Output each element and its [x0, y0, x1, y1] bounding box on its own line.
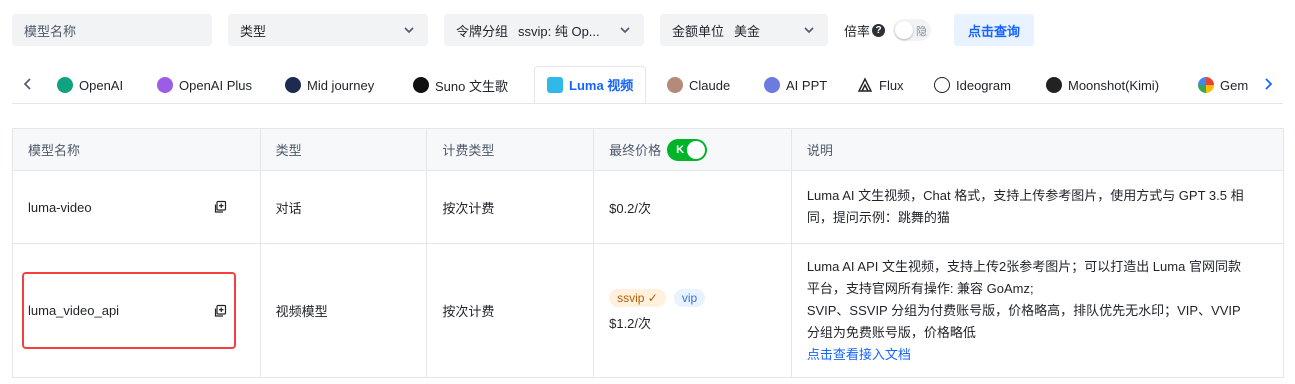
tab-ai-ppt[interactable]: AI PPT	[764, 66, 827, 104]
chevron-down-icon	[620, 27, 630, 34]
description-cell: Luma AI API 文生视频，支持上传2张参考图片；可以打造出 Luma 官…	[792, 244, 1283, 377]
currency-label: 金额单位	[672, 23, 725, 39]
tab-label: Claude	[689, 77, 731, 93]
model-name: luma-video	[28, 199, 92, 215]
header-description: 说明	[806, 143, 833, 158]
tab-label: Mid journey	[307, 77, 375, 93]
tabs-divider	[12, 103, 1283, 104]
header-price: 最终价格 K	[594, 129, 792, 170]
token-group-label: 令牌分组	[456, 23, 509, 39]
currency-select[interactable]: 金额单位 美金	[660, 14, 828, 46]
header-price-label: 最终价格	[609, 143, 662, 158]
header-model[interactable]: 模型名称	[13, 129, 261, 170]
model-cell: luma-video	[13, 171, 261, 243]
chevron-right-icon[interactable]	[1260, 76, 1276, 92]
tab-label: AI PPT	[786, 77, 828, 93]
claude-icon	[667, 77, 683, 93]
tab-openai-plus[interactable]: OpenAI Plus	[157, 66, 252, 104]
rate-control: 倍率 ? 隐	[844, 14, 932, 46]
token-group-value: ssvip: 纯 Op...	[518, 23, 600, 39]
table-header: 模型名称 类型 计费类型 最终价格 K 说明	[13, 129, 1283, 171]
billing-cell: 按次计费	[427, 171, 595, 243]
chevron-left-icon[interactable]	[20, 76, 36, 92]
hide-rate-toggle[interactable]: 隐	[893, 19, 932, 41]
ai-ppt-icon	[764, 77, 780, 93]
tab-gemini[interactable]: Gem	[1198, 66, 1250, 104]
rate-label: 倍率	[844, 23, 871, 39]
chevron-down-icon	[404, 27, 414, 34]
model-name-placeholder: 模型名称	[24, 23, 77, 39]
luma-icon	[547, 76, 563, 93]
header-billing[interactable]: 计费类型	[427, 129, 595, 170]
question-icon[interactable]: ?	[872, 23, 886, 37]
tab-ideogram[interactable]: Ideogram	[934, 66, 1011, 104]
type-select[interactable]: 类型	[228, 14, 428, 46]
token-group-select[interactable]: 令牌分组 ssvip: 纯 Op...	[444, 14, 644, 46]
vip-badge: vip	[673, 289, 706, 307]
tab-midjourney[interactable]: Mid journey	[285, 66, 374, 104]
openai-plus-icon	[157, 77, 173, 93]
header-type[interactable]: 类型	[261, 129, 428, 170]
price-cell: ssvip ✓ vip $1.2/次	[594, 244, 792, 377]
vendor-tabs: OpenAI OpenAI Plus Mid journey Suno 文生歌 …	[12, 66, 1283, 104]
tab-label: Flux	[879, 77, 904, 93]
copy-icon[interactable]	[213, 200, 227, 214]
billing-cell: 按次计费	[427, 244, 595, 377]
model-name-input[interactable]: 模型名称	[12, 14, 212, 46]
moonshot-icon	[1046, 77, 1062, 93]
price-value: $1.2/次	[609, 316, 652, 331]
chevron-down-icon	[804, 27, 814, 34]
description-line: 分组为免费账号版，价格略低	[806, 324, 976, 340]
type-select-label: 类型	[240, 23, 267, 39]
midjourney-icon	[285, 77, 301, 93]
tab-claude[interactable]: Claude	[667, 66, 730, 104]
toggle-knob	[895, 21, 914, 39]
tab-suno[interactable]: Suno 文生歌	[413, 66, 508, 104]
tab-label: Ideogram	[956, 77, 1011, 93]
description-line: 平台，支持官网所有操作: 兼容 GoAmz;	[806, 280, 1034, 296]
description-line: 同，提问示例：跳舞的猫	[806, 210, 950, 225]
tab-label: Moonshot(Kimi)	[1068, 77, 1160, 93]
ssvip-badge: ssvip ✓	[609, 289, 666, 307]
tab-label: OpenAI	[79, 77, 124, 93]
openai-icon	[57, 77, 73, 93]
flux-icon	[857, 77, 873, 92]
tab-moonshot[interactable]: Moonshot(Kimi)	[1046, 66, 1159, 104]
toggle-knob	[687, 140, 706, 159]
tab-label: Gem	[1220, 77, 1249, 93]
tab-openai[interactable]: OpenAI	[57, 66, 123, 104]
gemini-icon	[1198, 77, 1214, 93]
currency-value: 美金	[734, 23, 761, 39]
price-cell: $0.2/次	[594, 171, 792, 243]
ideogram-icon	[934, 77, 950, 93]
description-cell: Luma AI 文生视频，Chat 格式，支持上传参考图片，使用方式与 GPT …	[792, 171, 1283, 243]
tab-label: Suno 文生歌	[435, 78, 508, 94]
description-line: SVIP、SSVIP 分组为付费账号版，价格略高，排队优先无水印；VIP、VVI…	[806, 302, 1241, 318]
description-line: Luma AI API 文生视频，支持上传2张参考图片；可以打造出 Luma 官…	[806, 258, 1241, 274]
highlight-box	[22, 272, 236, 349]
type-cell: 对话	[261, 171, 428, 243]
suno-icon	[413, 77, 429, 93]
tab-label: Luma 视频	[569, 78, 634, 93]
docs-link[interactable]: 点击查看接入文档	[807, 344, 1241, 366]
price-unit-toggle[interactable]: K	[667, 138, 708, 161]
query-button[interactable]: 点击查询	[954, 14, 1034, 46]
tab-label: OpenAI Plus	[179, 77, 252, 93]
tab-luma[interactable]: Luma 视频	[534, 66, 646, 104]
toggle-k-label: K	[676, 143, 685, 156]
table-row: luma-video 对话 按次计费 $0.2/次 Luma AI 文生视频，C…	[13, 171, 1283, 244]
group-badges: ssvip ✓ vip	[609, 289, 706, 307]
hide-toggle-text: 隐	[916, 26, 928, 38]
type-cell: 视频模型	[261, 244, 428, 377]
tab-flux[interactable]: Flux	[857, 66, 904, 104]
description-line: Luma AI 文生视频，Chat 格式，支持上传参考图片，使用方式与 GPT …	[806, 188, 1244, 203]
